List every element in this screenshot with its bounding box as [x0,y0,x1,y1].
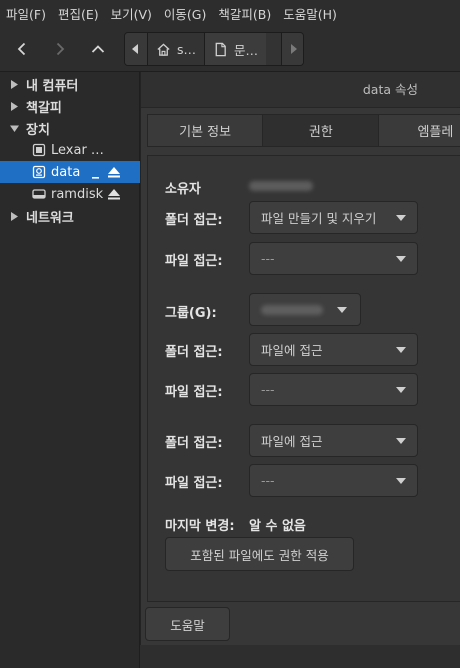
sidebar-lexar-label: Lexar … [51,142,104,158]
triangle-right-icon [290,44,297,54]
sidebar-computer-label: 내 컴퓨터 [26,78,79,94]
toolbar: s… 문… [0,27,460,72]
path-segment-current[interactable]: 문… [204,33,267,65]
expander-collapsed-icon[interactable] [9,79,19,89]
expander-collapsed-icon[interactable] [9,101,19,111]
group-file-access-label: 파일 접근: [165,385,223,400]
up-button[interactable] [83,35,113,63]
last-changed-value: 알 수 없음 [249,519,306,534]
path-segment-home[interactable]: s… [147,33,204,65]
path-scroll-left-button[interactable] [125,33,147,65]
path-bar: s… 문… [124,32,304,66]
triangle-left-icon [132,44,138,54]
help-button[interactable]: 도움말 [145,607,230,641]
last-changed-label: 마지막 변경: [165,519,235,534]
menu-view[interactable]: 보기(V) [111,4,152,23]
sidebar-item-computer[interactable]: 내 컴퓨터 [0,73,140,95]
path-scroll-right-button[interactable] [281,33,303,65]
group-folder-access-value: 파일에 접근 [261,343,323,358]
sidebar-item-data[interactable]: data [0,161,140,183]
chevron-up-icon [91,45,105,53]
menu-file[interactable]: 파일(F) [6,4,46,23]
owner-name-redacted [249,181,313,191]
owner-file-access-value: --- [261,251,275,266]
other-file-access-label: 파일 접근: [165,476,223,491]
sidebar-ramdisk-label: ramdisk [51,186,104,202]
owner-folder-access-label: 폴더 접근: [165,213,223,228]
chevron-right-icon [56,42,65,56]
chevron-left-icon [17,42,26,56]
menu-bookmarks[interactable]: 책갈피(B) [218,4,271,23]
document-icon [215,42,226,56]
other-folder-access-combo[interactable]: 파일에 접근 [249,424,418,457]
forward-button[interactable] [45,35,75,63]
dropdown-arrow-icon [396,256,406,262]
tab-emblems[interactable]: 엠플레 [379,114,460,147]
other-folder-access-value: 파일에 접근 [261,434,323,449]
group-name-redacted [261,304,323,315]
dropdown-arrow-icon [396,347,406,353]
apply-to-enclosed-button[interactable]: 포함된 파일에도 권한 적용 [165,537,354,571]
sidebar-item-network[interactable]: 네트워크 [0,205,140,227]
group-file-access-combo[interactable]: --- [249,373,418,406]
other-file-access-combo[interactable]: --- [249,464,418,497]
sidebar-bookmarks-label: 책갈피 [26,100,62,116]
drive-icon [32,165,46,179]
dropdown-arrow-icon [396,215,406,221]
dialog-title: data 속성 [141,72,460,108]
tab-permissions[interactable]: 권한 [263,114,380,147]
sidebar-network-label: 네트워크 [26,210,74,226]
sidebar-item-devices[interactable]: 장치 [0,117,140,139]
drive-icon [32,187,46,201]
group-combo[interactable] [249,293,361,326]
other-file-access-value: --- [261,473,275,488]
path-current-label: 문… [234,42,259,58]
path-home-label: s… [177,41,197,57]
expander-collapsed-icon[interactable] [9,211,19,221]
owner-folder-access-combo[interactable]: 파일 만들기 및 지우기 [249,201,418,234]
group-folder-access-label: 폴더 접근: [165,345,223,360]
group-label: 그룹(G): [165,306,217,321]
other-folder-access-label: 폴더 접근: [165,436,223,451]
sidebar: 내 컴퓨터 책갈피 장치 Lexar … data ramdisk 네트워크 [0,72,140,668]
dropdown-arrow-icon [396,387,406,393]
menu-help[interactable]: 도움말(H) [283,4,337,23]
menu-bar: 파일(F) 편집(E) 보기(V) 이동(G) 책갈피(B) 도움말(H) [0,0,460,27]
sidebar-data-label: data [51,164,81,180]
expander-expanded-icon[interactable] [9,124,19,133]
menu-go[interactable]: 이동(G) [164,4,206,23]
group-folder-access-combo[interactable]: 파일에 접근 [249,333,418,366]
back-button[interactable] [7,35,37,63]
eject-icon[interactable] [106,164,122,180]
menu-edit[interactable]: 편집(E) [58,4,99,23]
sidebar-item-ramdisk[interactable]: ramdisk [0,183,140,205]
owner-label: 소유자 [165,182,201,197]
group-file-access-value: --- [261,382,275,397]
home-icon [157,42,170,56]
owner-folder-access-value: 파일 만들기 및 지우기 [261,211,377,226]
dialog-tabs: 기본 정보 권한 엠플레 [147,114,460,147]
sidebar-devices-label: 장치 [26,122,50,138]
dropdown-arrow-icon [396,478,406,484]
sidebar-item-lexar[interactable]: Lexar … [0,139,140,161]
dropdown-arrow-icon [396,438,406,444]
sidebar-item-bookmarks[interactable]: 책갈피 [0,95,140,117]
unmount-indicator-icon [92,177,99,179]
owner-file-access-label: 파일 접근: [165,254,223,269]
dropdown-arrow-icon [337,307,347,313]
eject-icon[interactable] [106,186,122,202]
tab-basic[interactable]: 기본 정보 [147,114,264,147]
sd-card-icon [32,143,46,157]
owner-file-access-combo[interactable]: --- [249,242,418,275]
